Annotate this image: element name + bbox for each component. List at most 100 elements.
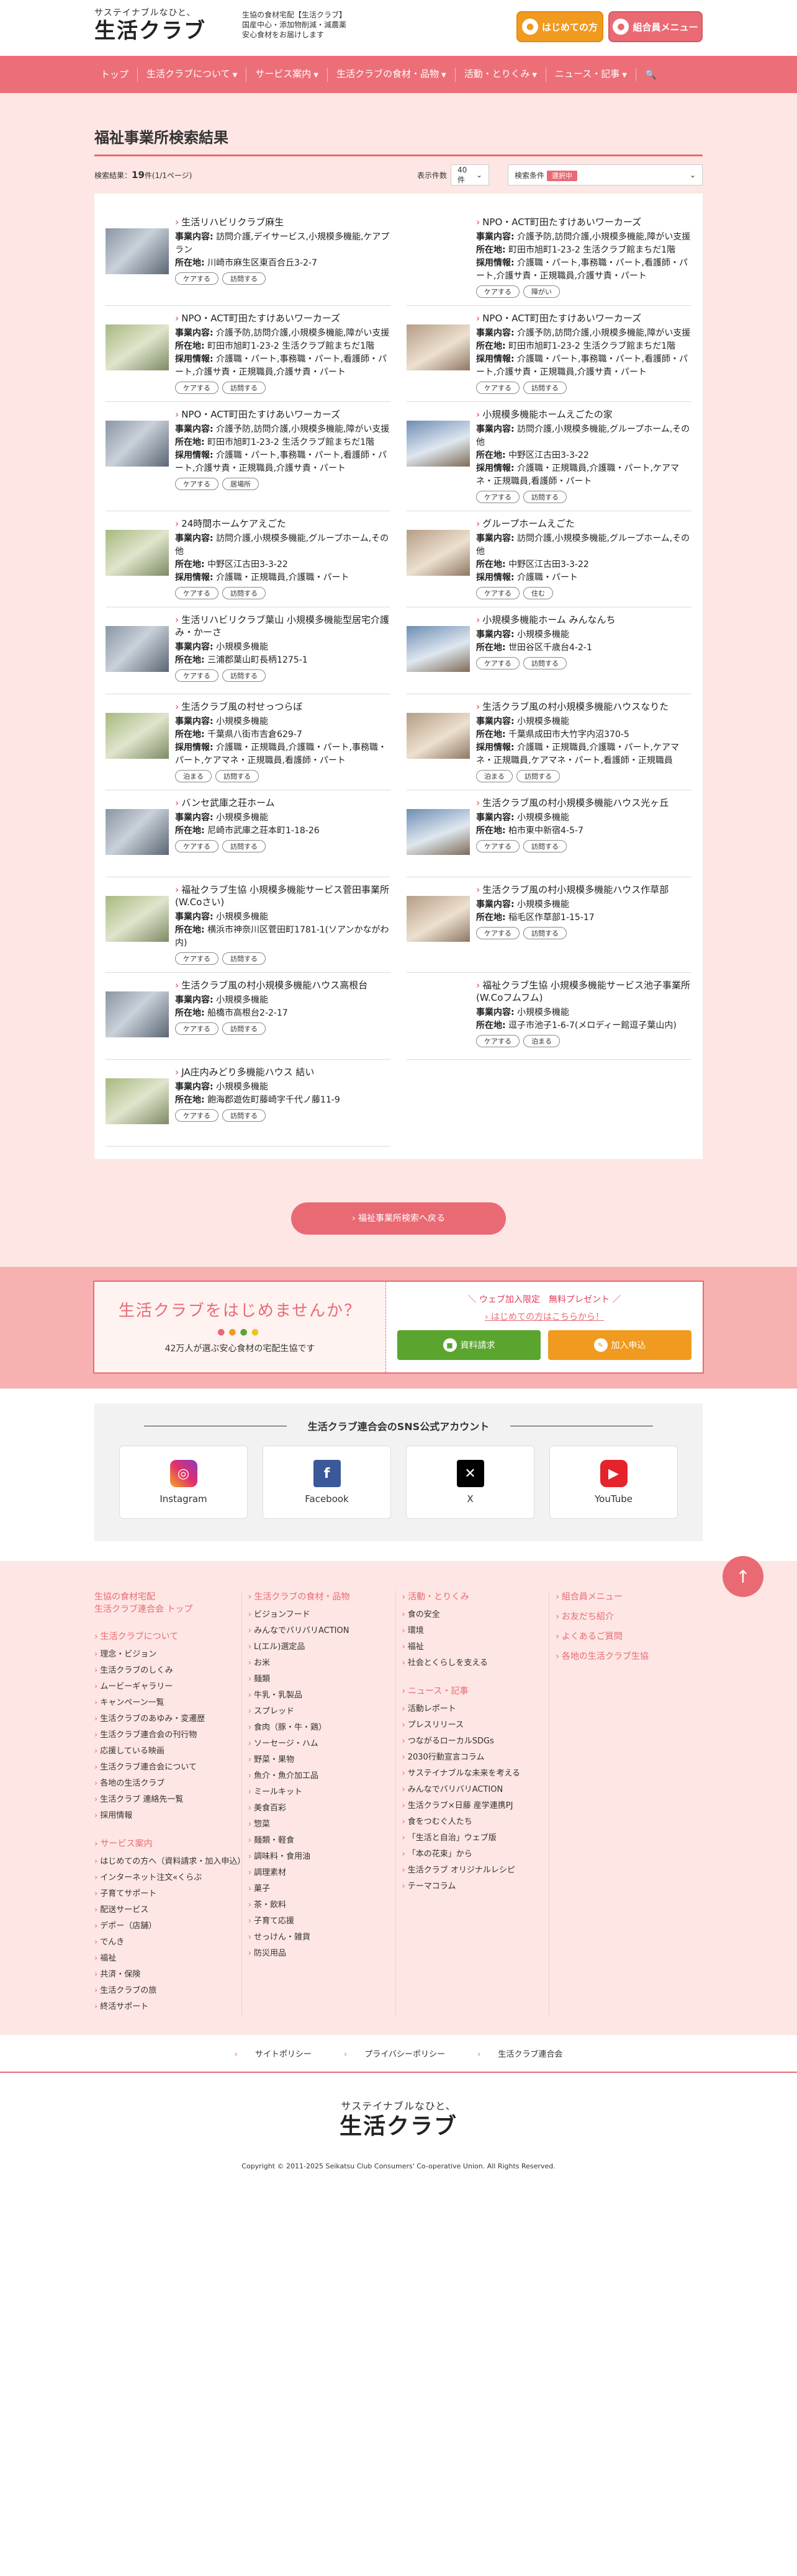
footer-link[interactable]: › 生活クラブ オリジナルレシピ: [402, 1863, 549, 1879]
facility-photo[interactable]: [407, 991, 470, 1037]
footer-link[interactable]: › 菓子: [248, 1881, 395, 1897]
footer-link[interactable]: › 調味料・食用油: [248, 1849, 395, 1865]
facility-name-link[interactable]: › 生活クラブ風の村小規模多機能ハウス作草部: [476, 883, 691, 896]
facility-name-link[interactable]: › 福祉クラブ生協 小規模多機能サービス池子事業所(W.Coフムフム): [476, 979, 691, 1004]
footer-link[interactable]: › キャンペーン一覧: [94, 1695, 241, 1711]
facility-name-link[interactable]: › グループホームえごた: [476, 517, 691, 530]
facility-photo[interactable]: [407, 896, 470, 942]
facility-photo[interactable]: [407, 421, 470, 467]
footer-link[interactable]: › プレスリリース: [402, 1717, 549, 1733]
beginner-button[interactable]: ● はじめての方: [516, 11, 603, 42]
facility-name-link[interactable]: › NPO・ACT町田たすけあいワーカーズ: [175, 408, 390, 421]
nav-about[interactable]: 生活クラブについて ▼: [137, 67, 246, 82]
footer-link[interactable]: › 生活クラブのあゆみ・変遷歴: [94, 1711, 241, 1727]
footer-link[interactable]: › せっけん・雑貨: [248, 1930, 395, 1946]
facility-name-link[interactable]: › 福祉クラブ生協 小規模多機能サービス菅田事業所(W.Coさい): [175, 883, 390, 908]
footer-link[interactable]: › 福祉: [402, 1639, 549, 1655]
footer-member-link[interactable]: › よくあるご質問: [556, 1630, 703, 1643]
footer-link[interactable]: › インターネット注文«くらぶ: [94, 1870, 241, 1886]
nav-service[interactable]: サービス案内 ▼: [246, 67, 327, 82]
footer-link[interactable]: › 美食百彩: [248, 1800, 395, 1817]
footer-heading-products[interactable]: › 生活クラブの食材・品物: [248, 1591, 395, 1603]
nav-products[interactable]: 生活クラブの食材・品物 ▼: [327, 67, 455, 82]
footer-link[interactable]: › 魚介・魚介加工品: [248, 1768, 395, 1784]
facility-photo[interactable]: [106, 991, 169, 1037]
sns-instagram[interactable]: ◎ Instagram: [119, 1446, 248, 1519]
search-condition-select[interactable]: 検索条件 選択中 ⌄: [508, 164, 703, 186]
footer-link[interactable]: › 生活クラブの旅: [94, 1983, 241, 1999]
footer-link[interactable]: › 食をつむぐ人たち: [402, 1814, 549, 1830]
footer-link[interactable]: › 採用情報: [94, 1808, 241, 1824]
nav-search[interactable]: 🔍: [636, 68, 665, 81]
footer-link[interactable]: › みんなでバリバリACTION: [402, 1782, 549, 1798]
footer-link[interactable]: › スプレッド: [248, 1704, 395, 1720]
footer-link[interactable]: › 生活クラブ連合会の刊行物: [94, 1727, 241, 1743]
request-docs-button[interactable]: ■ 資料請求: [397, 1330, 541, 1360]
member-menu-button[interactable]: ● 組合員メニュー: [608, 11, 703, 42]
footer-link[interactable]: › つながるローカルSDGs: [402, 1733, 549, 1750]
footer-link[interactable]: › 「生活と自治」ウェブ版: [402, 1830, 549, 1846]
facility-photo[interactable]: [407, 530, 470, 576]
nav-top[interactable]: トップ: [92, 68, 137, 81]
footer-link[interactable]: › 理念・ビジョン: [94, 1647, 241, 1663]
facility-name-link[interactable]: › 24時間ホームケアえごた: [175, 517, 390, 530]
facility-photo[interactable]: [106, 1078, 169, 1124]
footer-link[interactable]: › 活動レポート: [402, 1701, 549, 1717]
footer-heading-news[interactable]: › ニュース・記事: [402, 1685, 549, 1697]
facility-name-link[interactable]: › 生活クラブ風の村小規模多機能ハウス光ヶ丘: [476, 797, 691, 809]
facility-photo[interactable]: [407, 324, 470, 370]
footer-link[interactable]: › 環境: [402, 1623, 549, 1639]
footer-link[interactable]: › 野菜・果物: [248, 1752, 395, 1768]
footer-link[interactable]: › 子育て応援: [248, 1913, 395, 1930]
facility-name-link[interactable]: › 生活クラブ風の村せっつらぼ: [175, 700, 390, 713]
facility-photo[interactable]: [106, 324, 169, 370]
footer-link[interactable]: › 調理素材: [248, 1865, 395, 1881]
facility-name-link[interactable]: › 生活リハビリクラブ麻生: [175, 216, 390, 228]
footer-link[interactable]: › デポー（店舗）: [94, 1918, 241, 1934]
privacy-policy-link[interactable]: › プライバシーポリシー: [329, 2050, 460, 2059]
footer-member-link[interactable]: › 組合員メニュー: [556, 1591, 703, 1603]
site-policy-link[interactable]: › サイトポリシー: [220, 2050, 326, 2059]
footer-link[interactable]: › 子育てサポート: [94, 1886, 241, 1902]
footer-link[interactable]: › ムービーギャラリー: [94, 1679, 241, 1695]
footer-heading-activities[interactable]: › 活動・とりくみ: [402, 1591, 549, 1603]
union-link[interactable]: › 生活クラブ連合会: [462, 2050, 577, 2059]
facility-name-link[interactable]: › NPO・ACT町田たすけあいワーカーズ: [476, 216, 691, 228]
footer-link[interactable]: › サステイナブルな未来を考える: [402, 1766, 549, 1782]
facility-photo[interactable]: [407, 626, 470, 672]
footer-link[interactable]: › 2030行動宣言コラム: [402, 1750, 549, 1766]
facility-name-link[interactable]: › JA庄内みどり多機能ハウス 結い: [175, 1066, 390, 1078]
back-to-top-button[interactable]: ↑: [723, 1556, 763, 1597]
footer-heading-about[interactable]: › 生活クラブについて: [94, 1630, 241, 1643]
footer-link[interactable]: › 生活クラブ連合会について: [94, 1760, 241, 1776]
facility-name-link[interactable]: › NPO・ACT町田たすけあいワーカーズ: [476, 312, 691, 324]
facility-name-link[interactable]: › NPO・ACT町田たすけあいワーカーズ: [175, 312, 390, 324]
facility-name-link[interactable]: › 小規模多機能ホーム みんなんち: [476, 614, 691, 626]
footer-link[interactable]: › ビジョンフード: [248, 1607, 395, 1623]
footer-link[interactable]: › 食肉（豚・牛・鶏）: [248, 1720, 395, 1736]
facility-photo[interactable]: [106, 421, 169, 467]
footer-link[interactable]: › 生活クラブ 連絡先一覧: [94, 1792, 241, 1808]
facility-photo[interactable]: [407, 713, 470, 759]
facility-photo[interactable]: [106, 896, 169, 942]
footer-link[interactable]: › 「本の花束」から: [402, 1846, 549, 1863]
back-to-search-button[interactable]: › 福祉事業所検索へ戻る: [291, 1202, 506, 1235]
facility-name-link[interactable]: › 生活リハビリクラブ葉山 小規模多機能型居宅介護み・かーさ: [175, 614, 390, 638]
footer-link[interactable]: › 惣菜: [248, 1817, 395, 1833]
footer-link[interactable]: › L(エル)選定品: [248, 1639, 395, 1655]
footer-link[interactable]: › 福祉: [94, 1951, 241, 1967]
footer-link[interactable]: › 牛乳・乳製品: [248, 1688, 395, 1704]
footer-link[interactable]: › 麺類: [248, 1671, 395, 1688]
sns-x[interactable]: ✕ X: [406, 1446, 534, 1519]
sns-youtube[interactable]: ▶ YouTube: [549, 1446, 678, 1519]
footer-link[interactable]: › 終活サポート: [94, 1999, 241, 2015]
footer-member-link[interactable]: › 各地の生活クラブ生協: [556, 1650, 703, 1663]
facility-name-link[interactable]: › 生活クラブ風の村小規模多機能ハウス高根台: [175, 979, 390, 991]
footer-heading-service[interactable]: › サービス案内: [94, 1838, 241, 1850]
footer-link[interactable]: › はじめての方へ（資料請求・加入申込）: [94, 1854, 245, 1870]
facility-name-link[interactable]: › 生活クラブ風の村小規模多機能ハウスなりた: [476, 700, 691, 713]
beginner-link[interactable]: › はじめての方はこちらから！: [397, 1310, 691, 1323]
facility-photo[interactable]: [106, 626, 169, 672]
facility-photo[interactable]: [407, 228, 470, 274]
facility-photo[interactable]: [106, 530, 169, 576]
